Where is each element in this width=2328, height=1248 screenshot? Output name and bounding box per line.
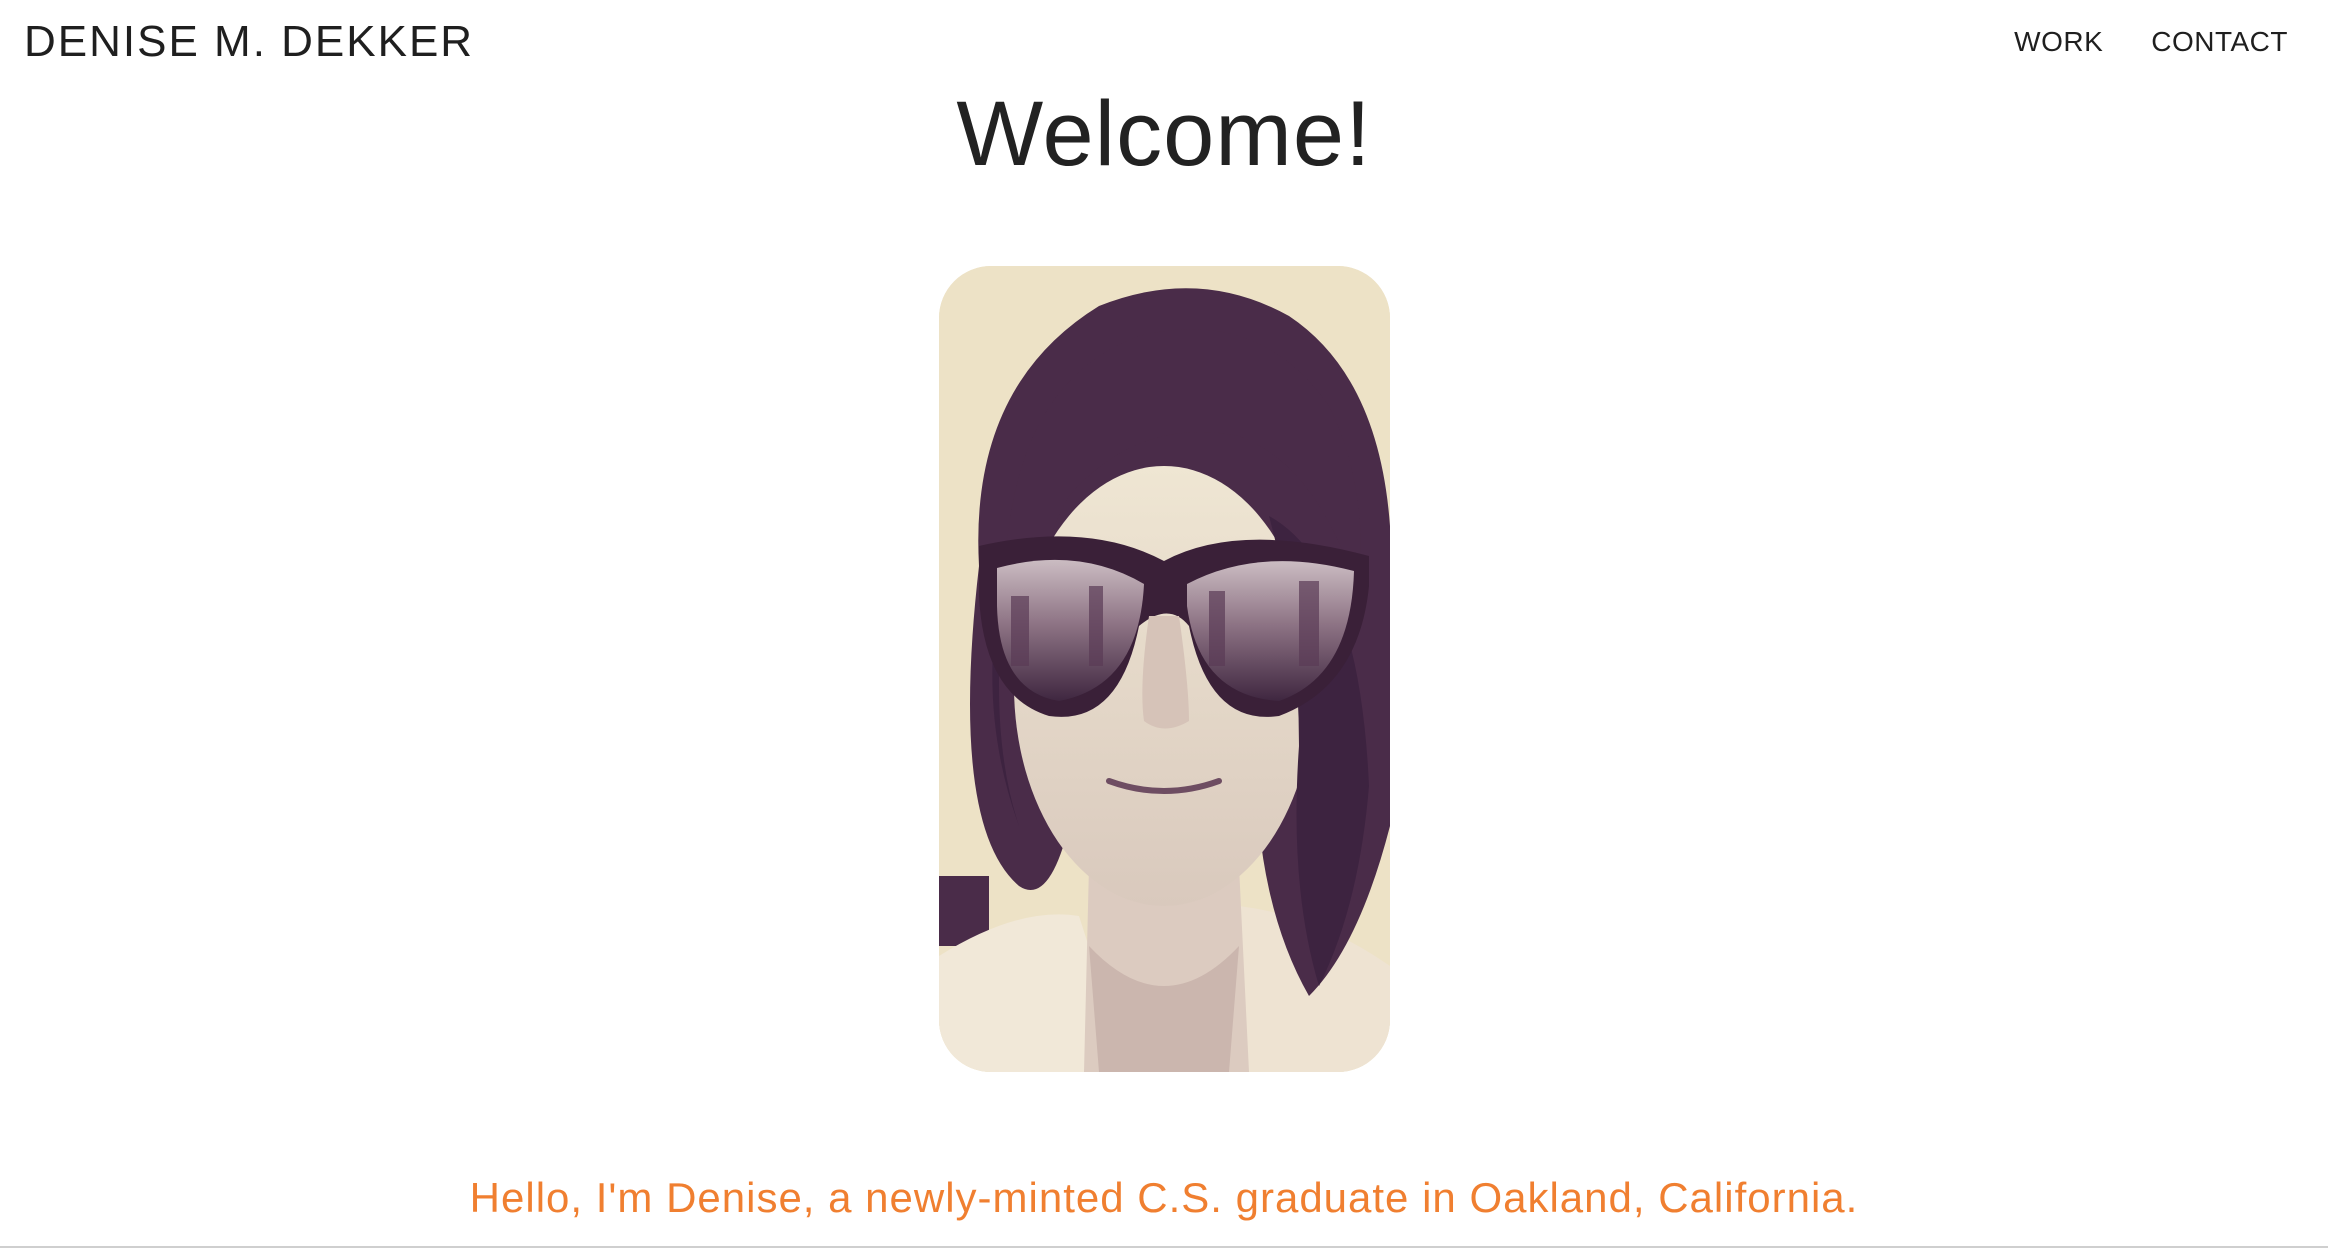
- nav-contact-link[interactable]: CONTACT: [2151, 26, 2288, 58]
- site-header: DENISE M. DEKKER WORK CONTACT: [0, 0, 2328, 90]
- main-nav: WORK CONTACT: [2014, 26, 2288, 58]
- portrait-illustration: [939, 266, 1390, 1072]
- intro-text: Hello, I'm Denise, a newly-minted C.S. g…: [469, 1174, 1859, 1221]
- page-title: Welcome!: [956, 83, 1372, 185]
- site-name-link[interactable]: DENISE M. DEKKER: [24, 18, 474, 66]
- page: DENISE M. DEKKER WORK CONTACT Welcome! H…: [0, 0, 2328, 1248]
- nav-work-link[interactable]: WORK: [2014, 26, 2103, 58]
- portrait-photo: [939, 266, 1390, 1072]
